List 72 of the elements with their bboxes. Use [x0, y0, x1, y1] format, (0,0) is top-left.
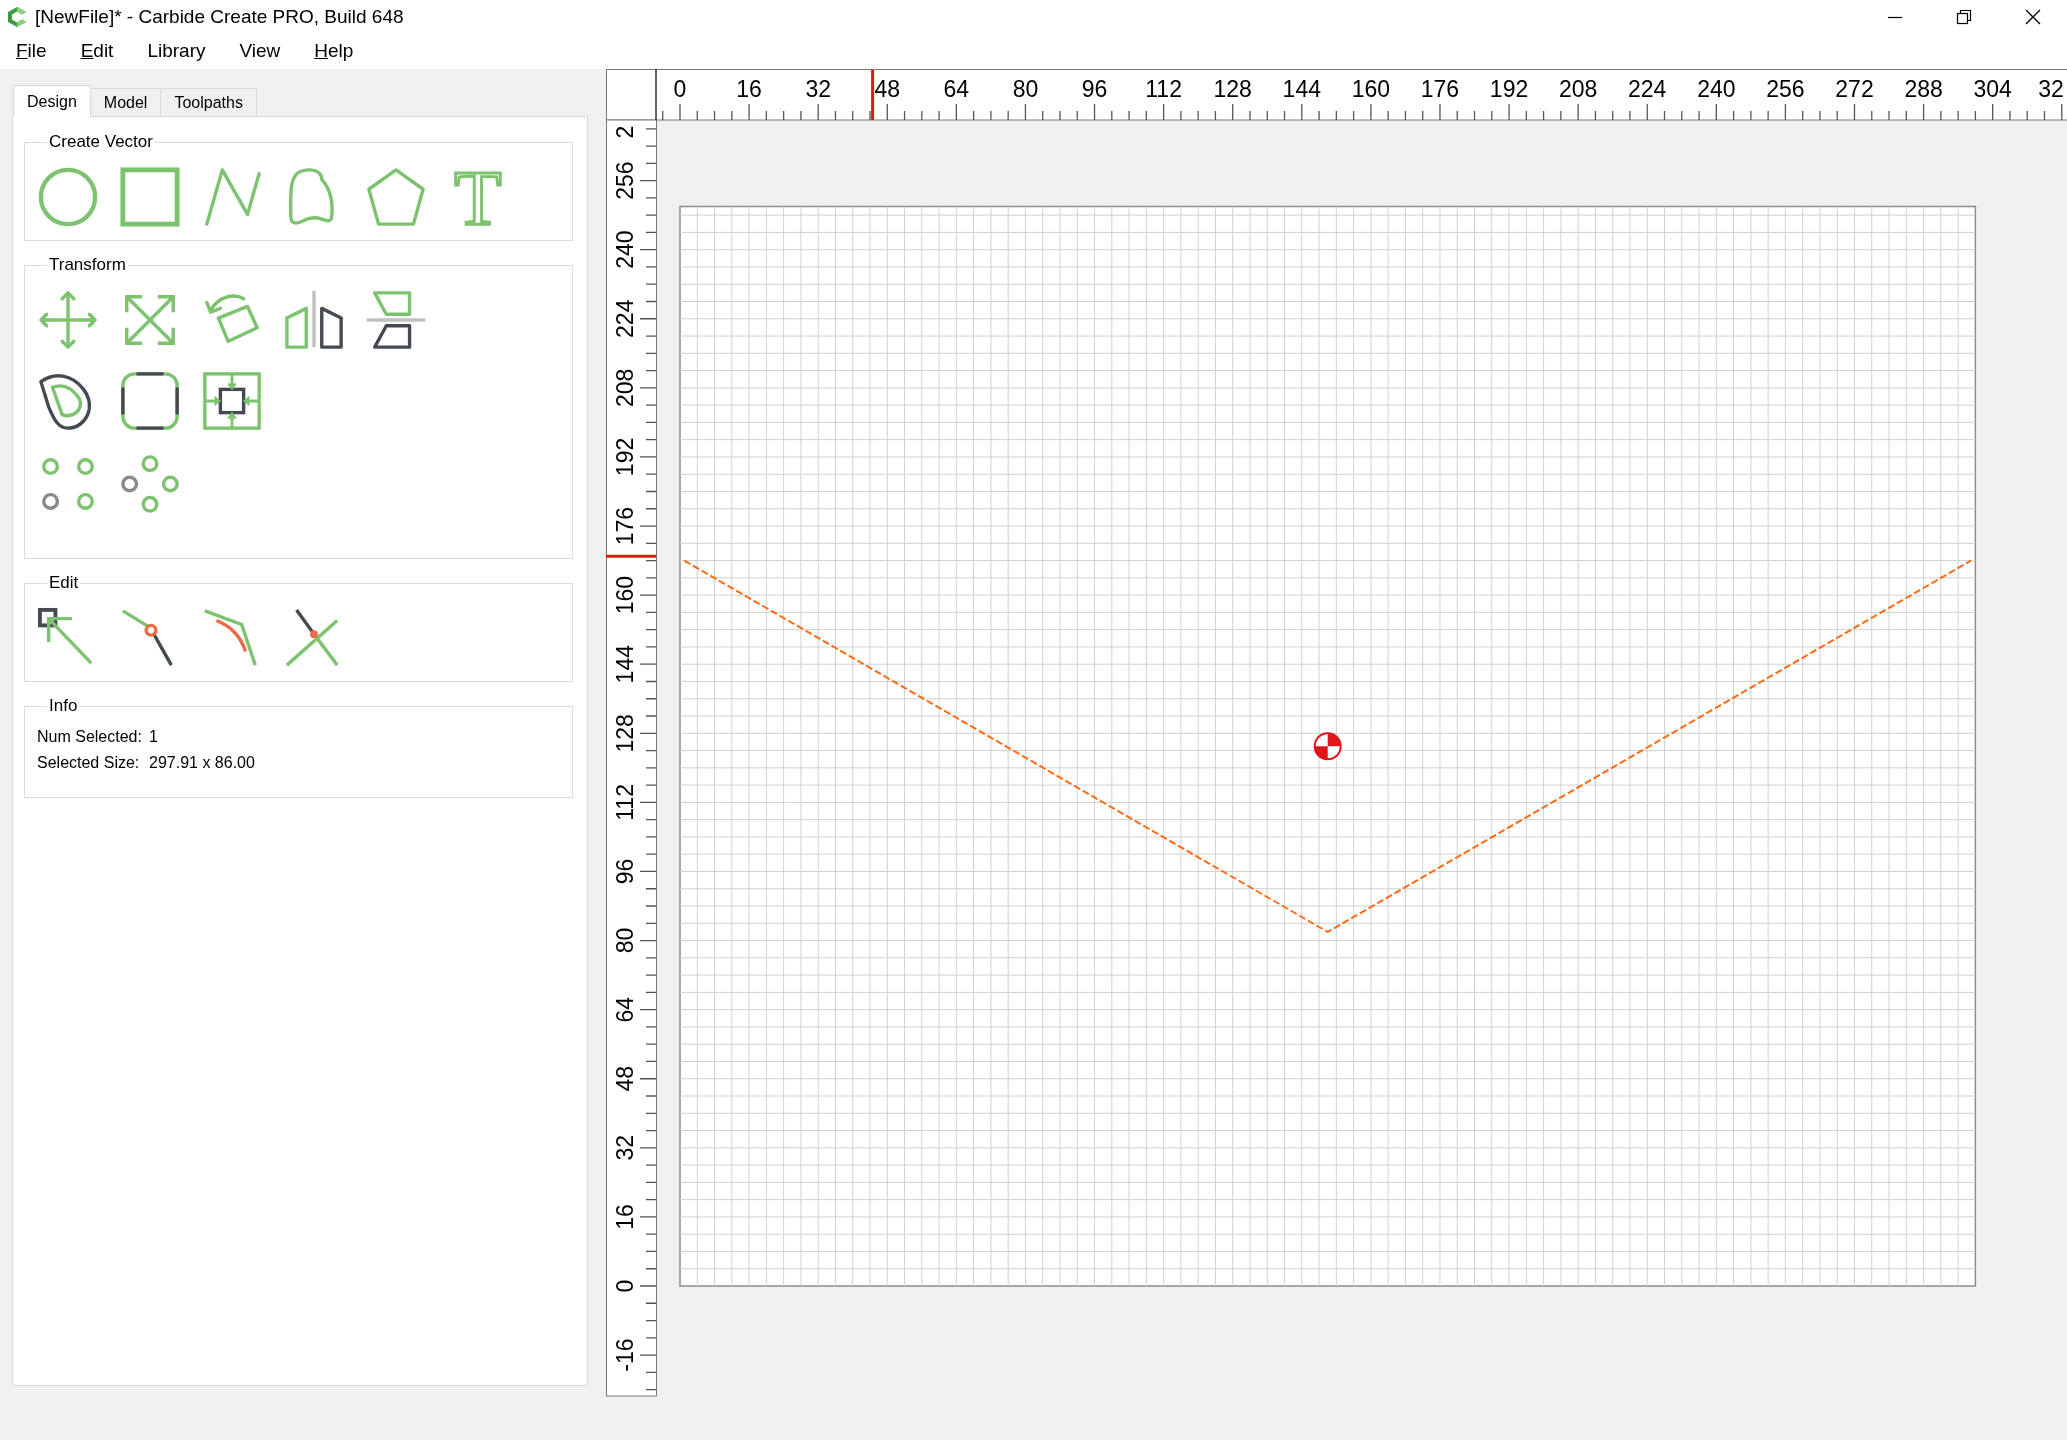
ruler-label: 64: [943, 76, 970, 102]
menu-item[interactable]: Help: [301, 37, 367, 66]
ruler-label: 144: [612, 645, 638, 684]
tab[interactable]: Design: [13, 85, 91, 117]
center-marker-icon: [1313, 732, 1342, 761]
move-arrows-icon[interactable]: [37, 289, 99, 351]
ruler-label: 32: [612, 1135, 638, 1161]
ruler-label: 2: [612, 125, 638, 139]
ruler-label: 208: [1558, 76, 1598, 102]
ruler-label: 176: [1420, 76, 1460, 102]
ruler-label: 144: [1282, 76, 1321, 102]
ruler-label: 16: [612, 1204, 638, 1230]
info-value: 297.91 x 86.00: [149, 754, 255, 772]
ruler-label: 16: [736, 76, 762, 102]
group-title: Create Vector: [48, 132, 154, 152]
rounded-square-icon[interactable]: [119, 370, 181, 432]
info-value: 1: [149, 728, 158, 746]
ruler-label: 160: [1351, 76, 1391, 102]
info-label: Selected Size:: [37, 754, 141, 772]
menu-item[interactable]: File: [3, 37, 60, 66]
menu-item[interactable]: View: [226, 37, 294, 66]
ruler-label: 256: [1766, 76, 1805, 102]
group-title: Info: [48, 696, 79, 716]
ruler-label: 48: [612, 1065, 638, 1092]
menu-item[interactable]: Library: [134, 37, 219, 66]
ruler-label: 192: [1489, 76, 1529, 102]
circle-icon[interactable]: [37, 166, 99, 228]
cursor-position-marker: [871, 70, 875, 120]
group-title: Edit: [48, 573, 80, 593]
tab[interactable]: Toolpaths: [161, 88, 257, 116]
ruler-label: 160: [612, 575, 638, 615]
ruler-label: 96: [1081, 76, 1108, 102]
close-icon[interactable]: [2024, 9, 2041, 25]
circle-array-icon[interactable]: [119, 453, 181, 515]
ruler-label: 272: [1835, 76, 1874, 102]
ruler-label: 128: [1213, 76, 1252, 102]
ruler-label: 32: [2038, 76, 2064, 102]
ruler-label: 80: [612, 927, 638, 954]
pentagon-icon[interactable]: [365, 166, 427, 228]
ruler-label: 304: [1973, 76, 2012, 102]
align-center-icon[interactable]: [201, 370, 263, 432]
ruler-label: 240: [612, 230, 638, 269]
window-title: [NewFile]* - Carbide Create PRO, Build 648: [35, 6, 404, 28]
ruler-label: 256: [612, 161, 638, 200]
ruler-label: 240: [1697, 76, 1736, 102]
menu-item[interactable]: Edit: [67, 37, 127, 66]
ruler-label: 0: [673, 76, 687, 102]
mirror-horizontal-icon[interactable]: [283, 289, 345, 351]
cursor-position-marker: [606, 554, 656, 558]
ruler-label: 224: [612, 299, 638, 338]
ruler-label: 32: [805, 76, 831, 102]
restore-icon[interactable]: [1955, 9, 1972, 25]
ruler-label: 48: [874, 76, 901, 102]
tab[interactable]: Model: [90, 88, 162, 116]
ruler-label: 192: [612, 437, 638, 477]
rectangle-icon[interactable]: [119, 166, 181, 228]
mirror-vertical-icon[interactable]: [365, 289, 427, 351]
group-title: Transform: [48, 255, 127, 275]
ruler-label: 64: [612, 996, 638, 1023]
info-label: Num Selected:: [37, 728, 143, 746]
app-logo-icon: [7, 6, 27, 28]
ruler-label: 176: [612, 506, 638, 546]
ruler-label: 80: [1012, 76, 1039, 102]
ruler-label: 224: [1628, 76, 1667, 102]
ruler-label: 208: [612, 368, 638, 408]
ruler-label: 0: [612, 1279, 638, 1293]
ruler-label: 128: [612, 714, 638, 753]
ruler-label: 112: [1145, 76, 1182, 102]
ruler-label: 96: [612, 858, 638, 885]
ruler-label: 112: [612, 784, 638, 821]
ruler-label: -16: [612, 1338, 638, 1372]
ruler-label: 288: [1904, 76, 1943, 102]
